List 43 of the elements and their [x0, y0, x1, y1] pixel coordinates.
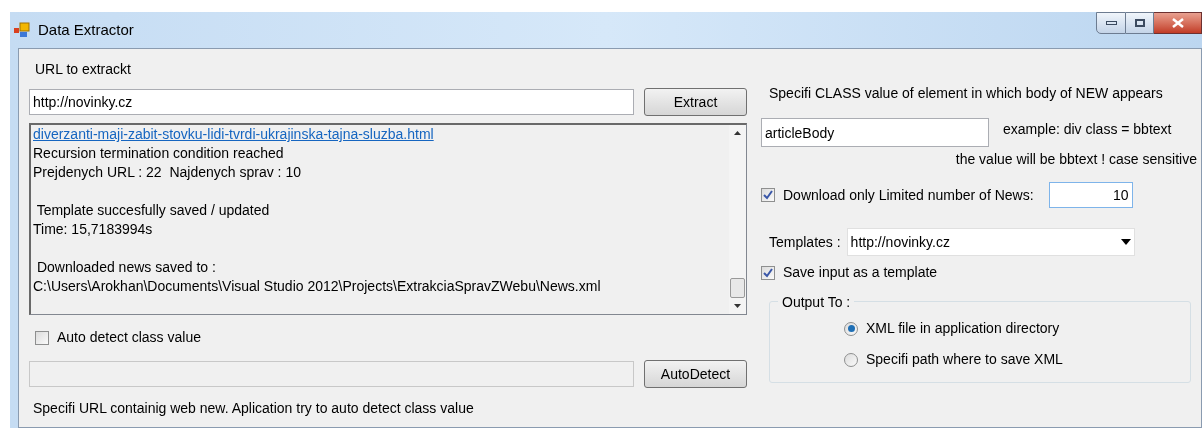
checkbox-label[interactable]: Download only Limited number of News:: [783, 184, 1034, 206]
close-button[interactable]: [1154, 12, 1202, 34]
radio-button[interactable]: [844, 321, 858, 336]
log-line: Time: 15,7183994s: [33, 220, 153, 239]
extract-button[interactable]: Extract: [644, 88, 747, 116]
templates-dropdown[interactable]: http://novinky.cz: [846, 228, 1135, 256]
limit-field[interactable]: 10: [1048, 182, 1133, 208]
radio-label[interactable]: XML file in application directory: [866, 318, 1060, 339]
checkmark-icon: [763, 267, 773, 278]
checkbox[interactable]: [761, 188, 775, 202]
checkbox-label[interactable]: Save input as a template: [783, 262, 938, 283]
autodetect-button[interactable]: AutoDetect: [644, 360, 747, 388]
checkmark-icon: [763, 190, 773, 200]
url-field[interactable]: http://novinky.cz: [29, 89, 634, 115]
caret-icon: [1120, 239, 1131, 245]
checkbox-label[interactable]: Auto detect class value: [57, 327, 201, 348]
detect-url-field[interactable]: [29, 361, 634, 387]
window-title: Data Extractor: [38, 19, 134, 40]
log-line: Template succesfully saved / updated: [35, 201, 270, 220]
app-icon: [14, 22, 30, 38]
log-line: Downloaded news saved to :: [35, 258, 216, 277]
close-icon: [1171, 18, 1184, 28]
class-field[interactable]: articleBody: [761, 118, 989, 147]
checkbox[interactable]: [761, 265, 775, 280]
radio-label[interactable]: Specifi path where to save XML: [866, 349, 1063, 370]
log-line: C:\Users\Arokhan\Documents\Visual Studio 2012\Projects\ExtrakciaSpravZWebu\News.xml: [33, 277, 601, 296]
scroll-down-icon[interactable]: [734, 304, 741, 308]
log-link[interactable]: diverzanti-maji-zabit-stovku-lidi-tvrdi-ukrajinska-tajna-sluzba.html: [33, 125, 434, 144]
autodetect-hint: Specifi URL containig web new. Aplication try to auto detect class value: [33, 399, 475, 418]
log-line: Prejdenych URL : 22 Najdenych sprav : 10: [33, 163, 301, 182]
checkbox[interactable]: [35, 330, 49, 345]
class-label: Specifi CLASS value of element in which body of NEW appears: [769, 84, 1164, 103]
example-text: example: div class = bbtext: [1003, 120, 1172, 139]
maximize-button[interactable]: [1126, 12, 1154, 34]
url-label: URL to extrackt: [35, 60, 132, 79]
example-note: the value will be bbtext ! case sensitive: [955, 150, 1197, 169]
scroll-up-icon[interactable]: [734, 131, 741, 135]
scrollbar[interactable]: [729, 125, 746, 314]
scroll-thumb[interactable]: [730, 278, 745, 298]
templates-label: Templates :: [769, 232, 841, 252]
radio-button[interactable]: [844, 352, 858, 367]
minimize-button[interactable]: [1096, 12, 1126, 34]
log-line: Recursion termination condition reached: [33, 144, 284, 163]
